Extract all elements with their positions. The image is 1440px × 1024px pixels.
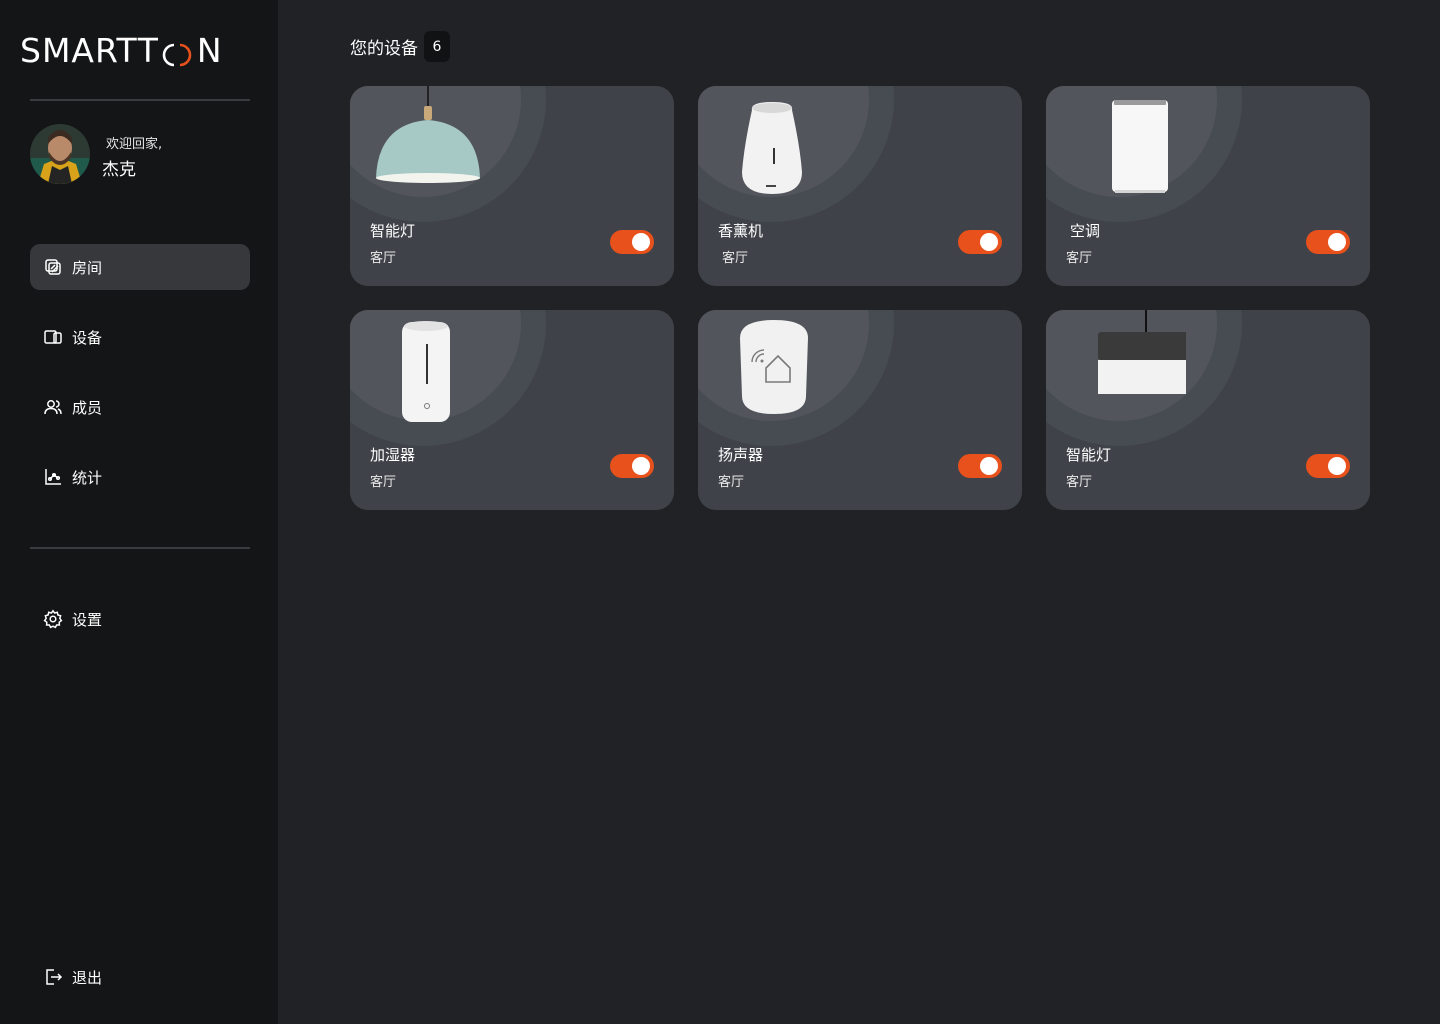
username: 杰克 [102, 160, 136, 180]
devices-icon [42, 326, 64, 348]
nav-item-label: 房间 [72, 258, 103, 277]
air-conditioner-image [1066, 86, 1186, 201]
power-toggle[interactable] [958, 454, 1002, 478]
nav-item-settings[interactable]: 设置 [30, 596, 250, 642]
logo-o-icon [161, 37, 195, 67]
stats-icon [42, 466, 64, 488]
user-profile[interactable]: 欢迎回家, 杰克 [30, 124, 250, 184]
device-name: 加湿器 [370, 446, 416, 464]
device-room: 客厅 [722, 251, 749, 266]
device-card[interactable]: 智能灯 客厅 [1046, 310, 1370, 510]
logout-icon [42, 966, 64, 988]
cylinder-lamp-image [1066, 310, 1194, 425]
sidebar-divider [30, 547, 250, 549]
device-card[interactable]: 空调 客厅 [1046, 86, 1370, 286]
nav-item-label: 成员 [72, 398, 103, 417]
device-room: 客厅 [718, 475, 745, 490]
humidifier-image [370, 310, 490, 425]
members-icon [42, 396, 64, 418]
device-room: 客厅 [1066, 251, 1093, 266]
device-card[interactable]: 智能灯 客厅 [350, 86, 674, 286]
logout-button[interactable]: 退出 [30, 954, 250, 1000]
device-name: 智能灯 [1066, 446, 1112, 464]
smart-speaker-image [718, 310, 838, 425]
avatar[interactable] [30, 124, 90, 184]
device-name: 空调 [1070, 222, 1101, 240]
device-card[interactable]: 香薰机 客厅 [698, 86, 1022, 286]
logo-text-left: SMART [20, 30, 138, 70]
power-toggle[interactable] [1306, 230, 1350, 254]
device-name: 智能灯 [370, 222, 416, 240]
rooms-icon [42, 256, 64, 278]
device-card[interactable]: 加湿器 客厅 [350, 310, 674, 510]
nav-item-label: 统计 [72, 468, 103, 487]
device-name: 扬声器 [718, 446, 764, 464]
pendant-lamp-image [370, 86, 490, 201]
nav-item-stats[interactable]: 统计 [30, 454, 250, 500]
power-toggle[interactable] [610, 230, 654, 254]
aroma-diffuser-image [718, 86, 838, 201]
gear-icon [42, 608, 64, 630]
device-room: 客厅 [1066, 475, 1093, 490]
device-room: 客厅 [370, 475, 397, 490]
device-name: 香薰机 [718, 222, 764, 240]
greeting-text: 欢迎回家, [106, 137, 163, 152]
nav-item-label: 设备 [72, 328, 103, 347]
brand-logo: SMART T N [20, 30, 223, 70]
logo-text-right: N [196, 30, 223, 70]
device-count-badge: 6 [424, 31, 450, 62]
nav-item-members[interactable]: 成员 [30, 384, 250, 430]
power-toggle[interactable] [958, 230, 1002, 254]
sidebar-divider [30, 99, 250, 101]
power-toggle[interactable] [1306, 454, 1350, 478]
sidebar: SMART T N 欢迎回家, 杰克 房间 设备 成员 统计 设置 退出 [0, 0, 278, 1024]
device-room: 客厅 [370, 251, 397, 266]
devices-header: 您的设备 6 [350, 31, 450, 62]
nav-item-rooms[interactable]: 房间 [30, 244, 250, 290]
device-card[interactable]: 扬声器 客厅 [698, 310, 1022, 510]
power-toggle[interactable] [610, 454, 654, 478]
nav-item-label: 设置 [72, 610, 103, 629]
page-title: 您的设备 [350, 39, 418, 59]
nav-item-devices[interactable]: 设备 [30, 314, 250, 360]
nav-item-label: 退出 [72, 968, 103, 987]
